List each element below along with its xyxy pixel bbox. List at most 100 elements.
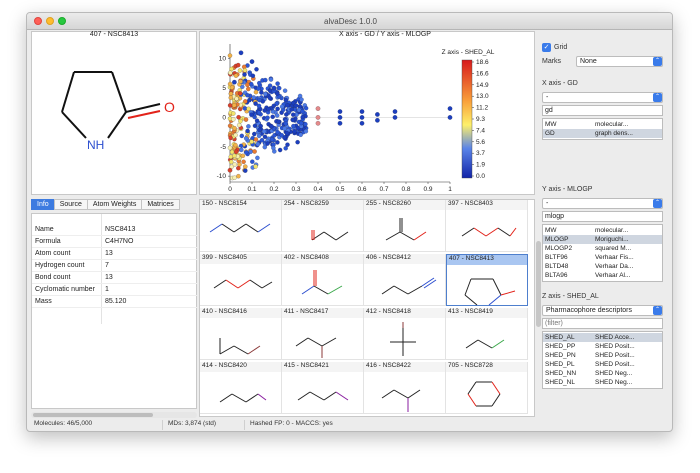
scatter-point <box>263 77 268 83</box>
list-item[interactable]: BLTD48 Verhaar Da... <box>543 262 662 271</box>
list-item[interactable]: SHED_NN SHED Neg... <box>543 369 662 378</box>
colorbar-tick-label: 18.6 <box>476 59 489 66</box>
scatter-point <box>269 124 274 129</box>
list-item-selected[interactable]: GD graph dens... <box>543 129 662 138</box>
molecule-cell[interactable]: 255 - NSC8260 <box>364 200 446 252</box>
scatter-point <box>300 109 305 114</box>
scatter-plot[interactable]: 0 0.1 0.2 0.3 0.4 0.5 0.6 0.7 0.8 0.9 1 10 5 0 -5 -10 Z … <box>200 32 534 194</box>
descriptor-desc: Verhaar Fis... <box>595 254 634 261</box>
scatter-point <box>283 97 289 103</box>
molecule-cell[interactable]: 410 - NSC8416 <box>200 308 282 360</box>
vertical-scrollbar[interactable] <box>536 241 541 327</box>
horizontal-scrollbar[interactable] <box>31 412 197 418</box>
colorbar-tick-label: 16.6 <box>476 70 489 77</box>
info-value: C4H7NO <box>105 238 134 245</box>
title-bar: alvaDesc 1.0.0 <box>27 13 672 30</box>
scatter-point <box>337 109 343 114</box>
x-axis-select[interactable]: - ⌃ <box>542 92 663 103</box>
list-item[interactable]: BLTF96 Verhaar Fis... <box>543 253 662 262</box>
scatter-point <box>256 133 262 139</box>
descriptor-desc: SHED Posit... <box>595 343 635 350</box>
scatter-point <box>233 149 239 155</box>
list-item[interactable]: SHED_PL SHED Posit... <box>543 360 662 369</box>
scatter-point <box>375 112 380 117</box>
scatter-point <box>289 107 294 112</box>
descriptor-desc: SHED Acce... <box>595 334 635 341</box>
bond <box>125 103 161 113</box>
bond <box>509 227 517 237</box>
x-tick-label: 0.4 <box>313 186 322 193</box>
list-item-selected[interactable]: MLOGP Moriguchi... <box>543 235 662 244</box>
y-search-input[interactable]: mlogp <box>542 211 663 222</box>
z-axis-select[interactable]: Pharmacophore descriptors ⌃ <box>542 305 663 316</box>
tab-source[interactable]: Source <box>53 199 87 210</box>
list-item[interactable]: SHED_PN SHED Posit... <box>543 351 662 360</box>
molecule-cell[interactable]: 414 - NSC8420 <box>200 362 282 414</box>
info-value: 13 <box>105 250 113 257</box>
molecule-cell-selected[interactable]: 407 - NSC8413 <box>446 254 528 306</box>
scatter-point <box>375 118 380 123</box>
y-axis-select[interactable]: - ⌃ <box>542 198 663 209</box>
scatter-point <box>237 162 242 167</box>
molecule-cell[interactable]: 397 - NSC8403 <box>446 200 528 252</box>
bond <box>413 231 427 241</box>
scrollbar-thumb[interactable] <box>33 413 153 417</box>
molecule-cell[interactable]: 705 - NSC8728 <box>446 362 528 414</box>
molecule-cell[interactable]: 411 - NSC8417 <box>282 308 364 360</box>
scatter-point <box>240 153 246 159</box>
marks-select[interactable]: None ⌃ <box>576 56 663 67</box>
list-item[interactable]: MW molecular... <box>543 120 662 129</box>
tab-matrices[interactable]: Matrices <box>141 199 180 210</box>
molecule-cell-label: 413 - NSC8419 <box>446 308 527 318</box>
molecule-cell-label: 705 - NSC8728 <box>446 362 527 372</box>
scatter-point <box>270 114 275 120</box>
status-molecules: Molecules: 46/5,000 <box>31 420 163 430</box>
tab-info[interactable]: Info <box>31 199 54 210</box>
list-item-selected[interactable]: SHED_AL SHED Acce... <box>543 333 662 342</box>
molecule-cell[interactable]: 402 - NSC8408 <box>282 254 364 306</box>
bond <box>464 294 478 306</box>
molecule-cell[interactable]: 416 - NSC8422 <box>364 362 446 414</box>
list-item[interactable]: SHED_NL SHED Neg... <box>543 378 662 387</box>
bond <box>473 227 487 237</box>
bond <box>467 393 477 407</box>
bond <box>477 339 493 349</box>
bond <box>491 339 505 349</box>
x-search-input[interactable]: gd <box>542 105 663 116</box>
chevron-down-icon: ⌃ <box>653 93 662 102</box>
scatter-point <box>276 119 281 125</box>
molecule-thumbnail <box>219 393 267 403</box>
z-filter-input[interactable]: (filter) <box>542 318 663 329</box>
scatter-point <box>256 86 261 91</box>
scatter-point <box>237 91 243 96</box>
scatter-point <box>241 159 246 165</box>
list-item[interactable]: SHED_PP SHED Posit... <box>543 342 662 351</box>
molecule-cell[interactable]: 413 - NSC8419 <box>446 308 528 360</box>
molecule-cell[interactable]: 150 - NSC8154 <box>200 200 282 252</box>
descriptor-desc: SHED Posit... <box>595 361 635 368</box>
grid-checkbox[interactable]: ✓ <box>542 43 551 52</box>
scatter-point <box>392 109 398 114</box>
descriptor-desc: squared M... <box>595 245 632 252</box>
molecule-cell[interactable]: 412 - NSC8418 <box>364 308 446 360</box>
bond <box>107 111 127 139</box>
molecule-cell[interactable]: 406 - NSC8412 <box>364 254 446 306</box>
molecule-cell[interactable]: 254 - NSC8259 <box>282 200 364 252</box>
colorbar <box>461 59 473 179</box>
molecule-cell-label: 397 - NSC8403 <box>446 200 527 210</box>
colorbar-title: Z axis - SHED_AL <box>442 49 495 56</box>
scatter-point <box>239 133 245 139</box>
list-item[interactable]: MW molecular... <box>543 226 662 235</box>
tab-atom-weights[interactable]: Atom Weights <box>86 199 142 210</box>
scatter-point <box>290 112 296 117</box>
status-fingerprints: Hashed FP: 0 - MACCS: yes <box>250 420 333 427</box>
molecule-cell[interactable]: 415 - NSC8421 <box>282 362 364 414</box>
descriptor-name: MLOGP2 <box>545 245 573 252</box>
list-item[interactable]: MLOGP2 squared M... <box>543 244 662 253</box>
molecule-cell[interactable]: 399 - NSC8405 <box>200 254 282 306</box>
chevron-down-icon: ⌃ <box>653 306 662 315</box>
colorbar-tick-label: 0.0 <box>476 173 485 180</box>
info-key: Hydrogen count <box>35 262 85 269</box>
list-item[interactable]: BLTA96 Verhaar Al... <box>543 271 662 280</box>
scatter-point <box>257 97 262 103</box>
